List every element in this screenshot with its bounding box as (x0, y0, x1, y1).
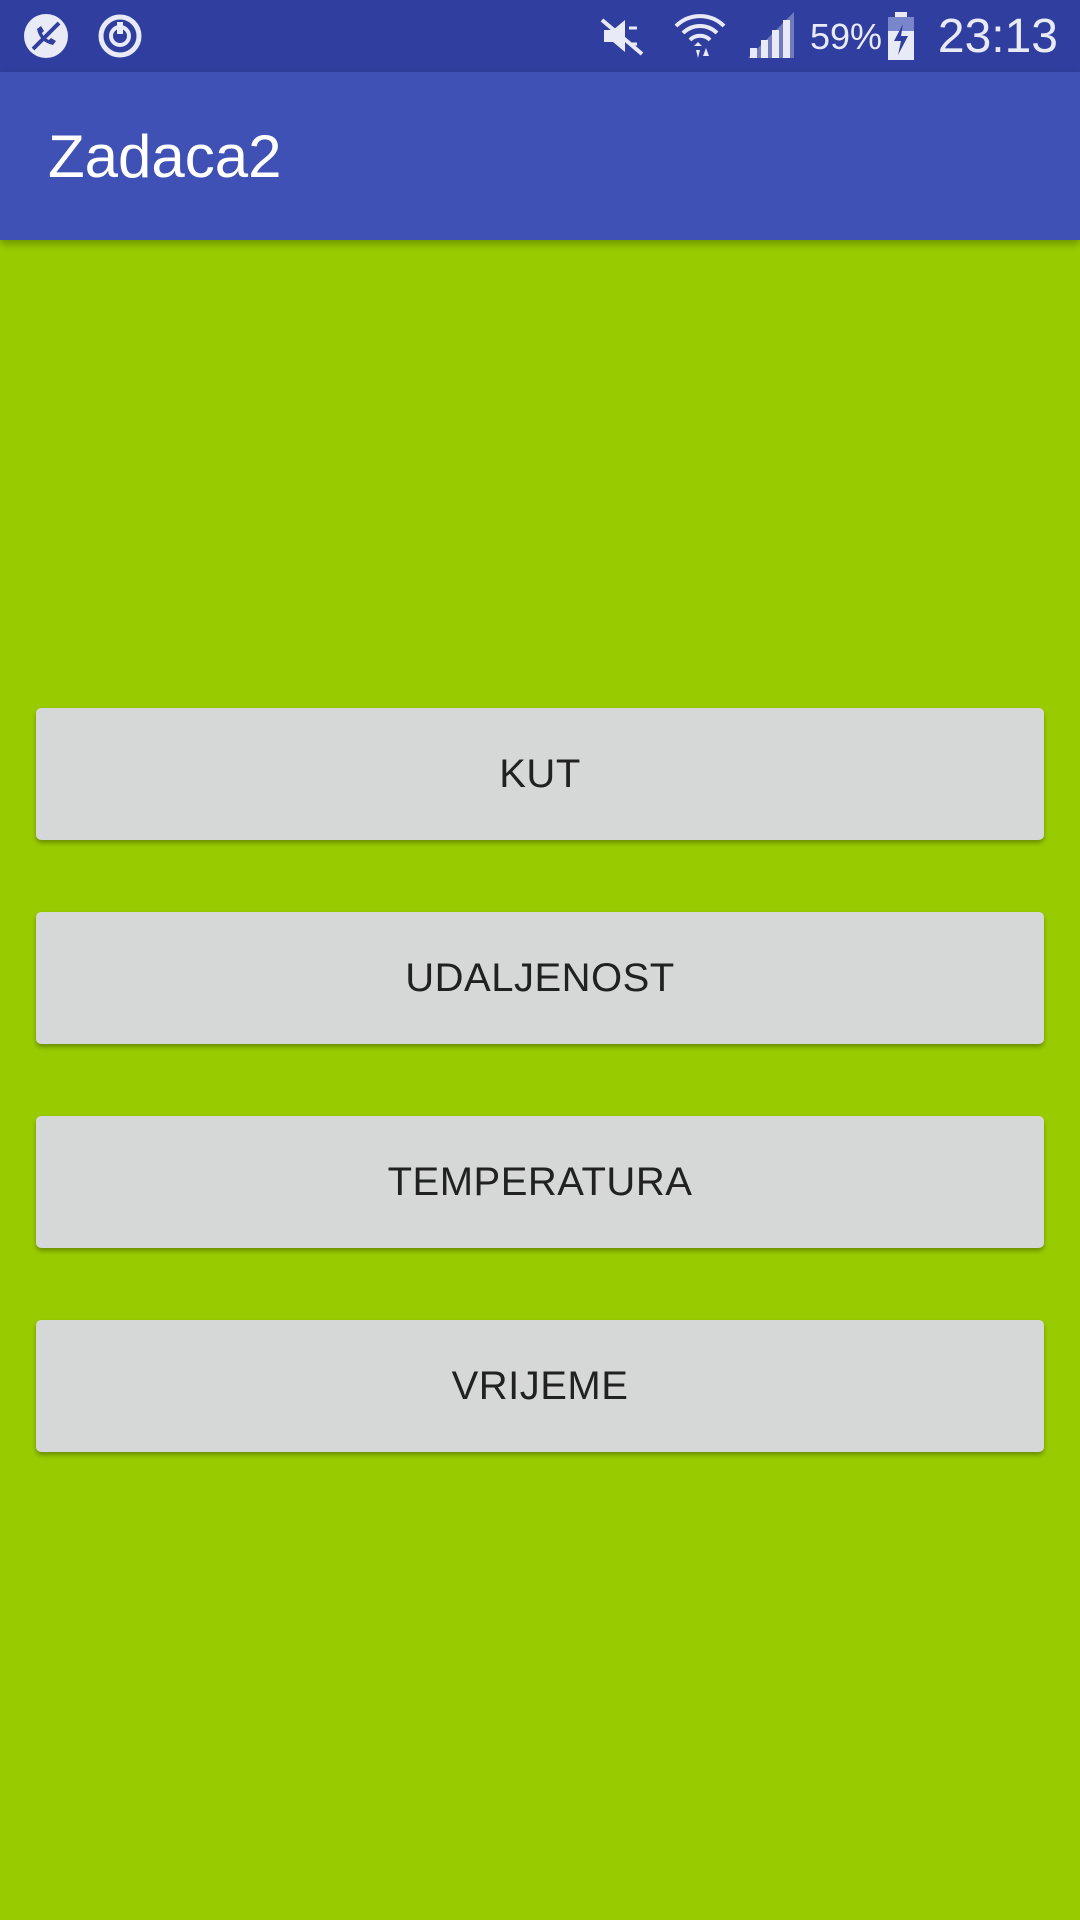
udaljenost-button[interactable]: UDALJENOST (36, 912, 1044, 1044)
status-bar: 59% 23:13 (0, 0, 1080, 72)
app-bar: Zadaca2 (0, 72, 1080, 240)
app-title: Zadaca2 (48, 123, 282, 190)
vrijeme-button[interactable]: VRIJEME (36, 1320, 1044, 1452)
mute-icon (596, 10, 648, 62)
wifi-icon (672, 10, 728, 62)
kut-button[interactable]: KUT (36, 708, 1044, 840)
no-calls-icon (20, 10, 72, 62)
battery-charging-icon (886, 10, 916, 62)
battery-percent: 59% (810, 16, 883, 57)
signal-icon (744, 10, 798, 62)
temperatura-button[interactable]: TEMPERATURA (36, 1116, 1044, 1248)
status-clock: 23:13 (937, 10, 1058, 63)
sync-icon (94, 10, 146, 62)
